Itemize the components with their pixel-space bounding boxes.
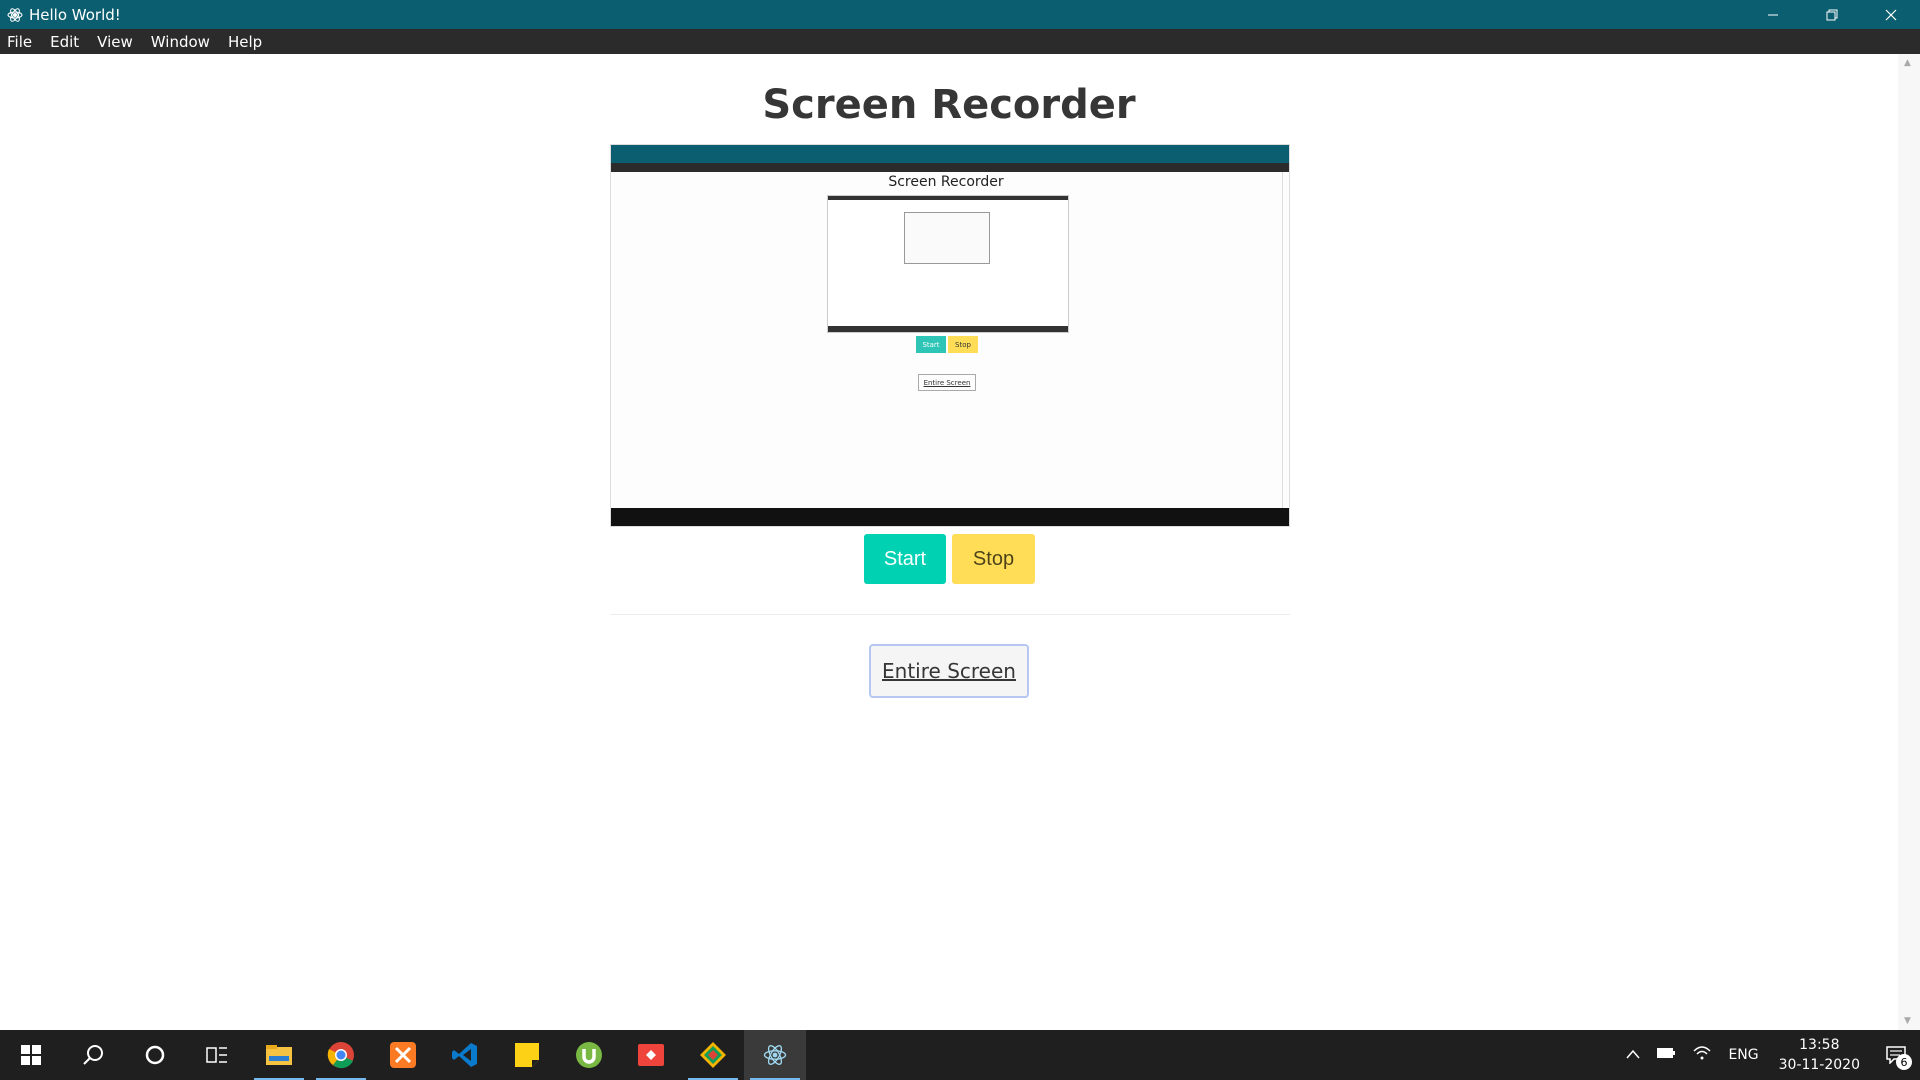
anydesk-icon[interactable] — [620, 1030, 682, 1080]
nested-title-bar — [828, 196, 1068, 200]
preview-start-button: Start — [916, 336, 946, 353]
vscode-icon[interactable] — [434, 1030, 496, 1080]
window-title: Hello World! — [29, 5, 121, 24]
utorrent-icon[interactable] — [558, 1030, 620, 1080]
preview-scrollbar — [1282, 172, 1283, 510]
search-icon[interactable] — [62, 1030, 124, 1080]
scroll-down-arrow-icon[interactable]: ▼ — [1904, 1016, 1911, 1026]
preview-heading: Screen Recorder — [888, 174, 1004, 190]
preview-menu-bar — [611, 163, 1289, 172]
restore-button[interactable] — [1802, 0, 1861, 29]
vertical-scrollbar[interactable]: ▲ ▼ — [1898, 54, 1920, 1030]
start-button[interactable]: Start — [864, 534, 946, 584]
scroll-up-arrow-icon[interactable]: ▲ — [1904, 58, 1911, 68]
preview-title-bar — [611, 145, 1289, 163]
app-content: Screen Recorder Screen Recorder Start St… — [0, 54, 1898, 1030]
menu-view[interactable]: View — [97, 33, 133, 51]
file-explorer-icon[interactable] — [248, 1030, 310, 1080]
menu-edit[interactable]: Edit — [50, 33, 79, 51]
xampp-icon[interactable] — [372, 1030, 434, 1080]
clock[interactable]: 13:58 30-11-2020 — [1779, 1035, 1860, 1075]
menu-help[interactable]: Help — [228, 33, 262, 51]
preview-taskbar — [611, 508, 1289, 526]
start-icon[interactable] — [0, 1030, 62, 1080]
video-preview: Screen Recorder Start Stop Entire Screen — [610, 144, 1290, 527]
notification-center-icon[interactable]: 6 — [1872, 1030, 1920, 1080]
clock-time: 13:58 — [1799, 1037, 1840, 1053]
system-tray: ENG 13:58 30-11-2020 6 — [1618, 1030, 1920, 1080]
electron-app-icon — [0, 0, 29, 29]
close-button[interactable] — [1861, 0, 1920, 29]
wifi-icon[interactable] — [1692, 1045, 1712, 1065]
sticky-notes-icon[interactable] — [496, 1030, 558, 1080]
git-kraken-icon[interactable] — [682, 1030, 744, 1080]
cortana-icon[interactable] — [124, 1030, 186, 1080]
preview-source-button: Entire Screen — [918, 374, 976, 391]
preview-nested-preview — [827, 195, 1069, 333]
chevron-up-icon[interactable] — [1626, 1047, 1641, 1063]
battery-icon[interactable] — [1656, 1047, 1676, 1063]
minimize-button[interactable] — [1743, 0, 1802, 29]
nested-taskbar — [828, 326, 1068, 332]
stop-button[interactable]: Stop — [952, 534, 1035, 584]
preview-stop-button: Stop — [948, 336, 978, 353]
nested-deep-preview — [904, 212, 990, 264]
language-indicator[interactable]: ENG — [1728, 1047, 1758, 1063]
chrome-icon[interactable] — [310, 1030, 372, 1080]
menu-window[interactable]: Window — [151, 33, 210, 51]
divider — [610, 614, 1290, 615]
video-source-button[interactable]: Entire Screen — [869, 644, 1029, 698]
menu-file[interactable]: File — [7, 33, 32, 51]
page-title: Screen Recorder — [762, 82, 1136, 128]
notification-count-badge: 6 — [1896, 1054, 1912, 1070]
windows-taskbar: ENG 13:58 30-11-2020 6 — [0, 1030, 1920, 1080]
electron-icon[interactable] — [744, 1030, 806, 1080]
menu-bar: File Edit View Window Help — [0, 29, 1920, 54]
clock-date: 30-11-2020 — [1778, 1057, 1860, 1073]
task-view-icon[interactable] — [186, 1030, 248, 1080]
window-title-bar: Hello World! — [0, 0, 1920, 29]
